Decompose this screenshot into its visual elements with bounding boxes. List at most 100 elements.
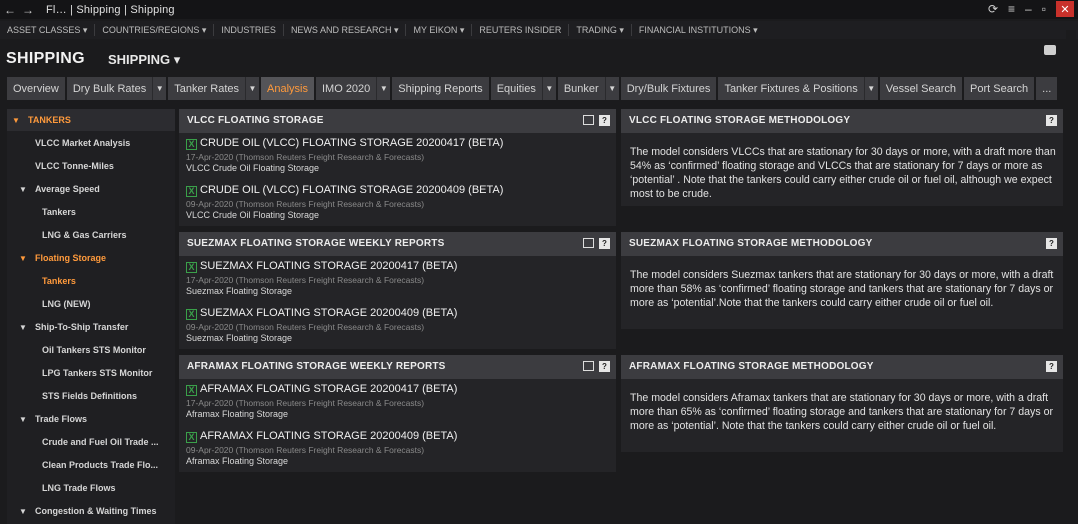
expand-arrow-icon[interactable]: ▼ (12, 116, 20, 125)
report-category: VLCC Crude Oil Floating Storage (186, 163, 320, 173)
sidebar-item[interactable]: VLCC Market Analysis (35, 138, 130, 148)
excel-icon: X (186, 186, 197, 197)
sidebar-item[interactable]: LNG & Gas Carriers (42, 230, 127, 240)
report-panel: SUEZMAX FLOATING STORAGE WEEKLY REPORTS?… (179, 232, 616, 349)
top-menu-item[interactable]: COUNTRIES/REGIONS ▾ (95, 24, 215, 36)
panel-icons: ? (583, 115, 610, 126)
sidebar: ▼ TANKERS VLCC Market Analysis VLCC Tonne-M… (7, 109, 175, 524)
back-arrow-icon[interactable]: ← (4, 3, 16, 17)
popout-icon[interactable] (583, 115, 594, 125)
top-menu-item[interactable]: INDUSTRIES (214, 24, 284, 36)
tab-item[interactable]: Equities (490, 77, 542, 100)
tab-item[interactable]: IMO 2020 (315, 77, 377, 100)
methodology-text: The model considers VLCCs that are stati… (630, 146, 1056, 200)
report-title[interactable]: SUEZMAX FLOATING STORAGE 20200409 (BETA) (200, 307, 457, 319)
app-selector[interactable]: SHIPPING ▾ (108, 52, 180, 68)
panel-header: VLCC FLOATING STORAGE METHODOLOGY? (621, 109, 1063, 133)
help-icon[interactable]: ? (599, 361, 610, 372)
sidebar-item[interactable]: Congestion & Waiting Times (35, 506, 157, 516)
sidebar-item[interactable]: Clean Products Trade Flo... (42, 460, 158, 470)
report-title[interactable]: AFRAMAX FLOATING STORAGE 20200417 (BETA) (200, 383, 457, 395)
expand-arrow-icon[interactable]: ▼ (19, 254, 27, 263)
sidebar-item[interactable]: Oil Tankers STS Monitor (42, 345, 146, 355)
help-icon[interactable]: ? (599, 238, 610, 249)
window-title: Fl… | Shipping | Shipping (46, 3, 175, 16)
panel-title: SUEZMAX FLOATING STORAGE METHODOLOGY (629, 238, 873, 249)
minimize-icon[interactable]: – (1025, 2, 1032, 16)
popout-icon[interactable] (583, 238, 594, 248)
top-menu-item[interactable]: ASSET CLASSES ▾ (0, 24, 96, 36)
sidebar-item[interactable]: VLCC Tonne-Miles (35, 161, 114, 171)
scrollbar[interactable] (1066, 30, 1076, 524)
refresh-icon[interactable]: ⟳ (988, 2, 998, 16)
report-meta: 09-Apr-2020 (Thomson Reuters Freight Res… (186, 199, 425, 209)
top-menu-item[interactable]: FINANCIAL INSTITUTIONS ▾ (632, 24, 765, 36)
tab-item[interactable]: ... (1036, 77, 1058, 100)
expand-arrow-icon[interactable]: ▼ (19, 323, 27, 332)
sidebar-item[interactable]: Tankers (42, 207, 76, 217)
tab-dropdown-icon[interactable]: ▼ (245, 77, 260, 100)
tab-item[interactable]: Port Search (964, 77, 1035, 100)
sidebar-item[interactable]: Floating Storage (35, 253, 106, 263)
top-menu-item[interactable]: REUTERS INSIDER (472, 24, 570, 36)
report-title[interactable]: AFRAMAX FLOATING STORAGE 20200409 (BETA) (200, 430, 457, 442)
close-icon[interactable]: ✕ (1056, 1, 1074, 17)
panel-title: AFRAMAX FLOATING STORAGE WEEKLY REPORTS (187, 361, 446, 372)
tab-dropdown-icon[interactable]: ▼ (863, 77, 878, 100)
sidebar-item[interactable]: LNG (NEW) (42, 299, 91, 309)
excel-icon: X (186, 385, 197, 396)
methodology-text: The model considers Aframax tankers that… (630, 392, 1053, 432)
report-meta: 09-Apr-2020 (Thomson Reuters Freight Res… (186, 445, 425, 455)
sidebar-item[interactable]: Crude and Fuel Oil Trade ... (42, 437, 159, 447)
expand-arrow-icon[interactable]: ▼ (19, 185, 27, 194)
top-menu-bar: ASSET CLASSES ▾ COUNTRIES/REGIONS ▾ INDUST… (0, 21, 1078, 39)
panel-title: VLCC FLOATING STORAGE METHODOLOGY (629, 115, 851, 126)
help-icon[interactable]: ? (599, 115, 610, 126)
tab-item[interactable]: Vessel Search (879, 77, 963, 100)
tab-item[interactable]: Dry Bulk Rates (66, 77, 153, 100)
tab-item[interactable]: Tanker Fixtures & Positions (718, 77, 864, 100)
sidebar-item[interactable]: LPG Tankers STS Monitor (42, 368, 152, 378)
report-category: Aframax Floating Storage (186, 456, 289, 466)
tab-item[interactable]: Overview (7, 77, 65, 100)
restore-icon[interactable]: ▫ (1042, 2, 1046, 16)
panel-icons: ? (583, 361, 610, 372)
app-header: SHIPPING SHIPPING ▾ (0, 42, 1078, 72)
tab-dropdown-icon[interactable]: ▼ (604, 77, 619, 100)
report-title[interactable]: CRUDE OIL (VLCC) FLOATING STORAGE 202004… (200, 137, 503, 149)
report-category: Aframax Floating Storage (186, 409, 289, 419)
tab-item[interactable]: Tanker Rates (168, 77, 246, 100)
top-menu-item[interactable]: TRADING ▾ (569, 24, 632, 36)
help-icon[interactable]: ? (1046, 115, 1057, 126)
sidebar-item[interactable]: Tankers (42, 276, 76, 286)
help-icon[interactable]: ? (1046, 238, 1057, 249)
panel-icons: ? (1046, 115, 1057, 126)
tab-bar: Overview Dry Bulk Rates ▼ Tanker Rates ▼ Anal… (7, 77, 1058, 100)
popout-icon[interactable] (583, 361, 594, 371)
report-title[interactable]: SUEZMAX FLOATING STORAGE 20200417 (BETA) (200, 260, 457, 272)
tab-item[interactable]: Bunker (557, 77, 605, 100)
sidebar-item[interactable]: STS Fields Definitions (42, 391, 137, 401)
expand-arrow-icon[interactable]: ▼ (19, 415, 27, 424)
tab-dropdown-icon[interactable]: ▼ (541, 77, 556, 100)
sidebar-item[interactable]: Average Speed (35, 184, 100, 194)
sidebar-item[interactable]: TANKERS (28, 115, 71, 125)
tab-dropdown-icon[interactable]: ▼ (152, 77, 167, 100)
top-menu-item[interactable]: NEWS AND RESEARCH ▾ (284, 24, 407, 36)
tab-dropdown-icon[interactable]: ▼ (376, 77, 391, 100)
panel-title: SUEZMAX FLOATING STORAGE WEEKLY REPORTS (187, 238, 445, 249)
help-icon[interactable]: ? (1046, 361, 1057, 372)
tab-item[interactable]: Dry/Bulk Fixtures (620, 77, 717, 100)
panel-icons: ? (1046, 238, 1057, 249)
report-title[interactable]: CRUDE OIL (VLCC) FLOATING STORAGE 202004… (200, 184, 503, 196)
sidebar-item[interactable]: Ship-To-Ship Transfer (35, 322, 128, 332)
forward-arrow-icon[interactable]: → (22, 3, 34, 17)
tab-item[interactable]: Analysis (261, 77, 314, 100)
sidebar-item[interactable]: Trade Flows (35, 414, 87, 424)
sidebar-item[interactable]: LNG Trade Flows (42, 483, 116, 493)
print-icon[interactable] (1044, 45, 1056, 55)
tab-item[interactable]: Shipping Reports (392, 77, 489, 100)
expand-arrow-icon[interactable]: ▼ (19, 507, 27, 516)
menu-icon[interactable]: ≡ (1008, 2, 1015, 16)
top-menu-item[interactable]: MY EIKON ▾ (406, 24, 473, 36)
